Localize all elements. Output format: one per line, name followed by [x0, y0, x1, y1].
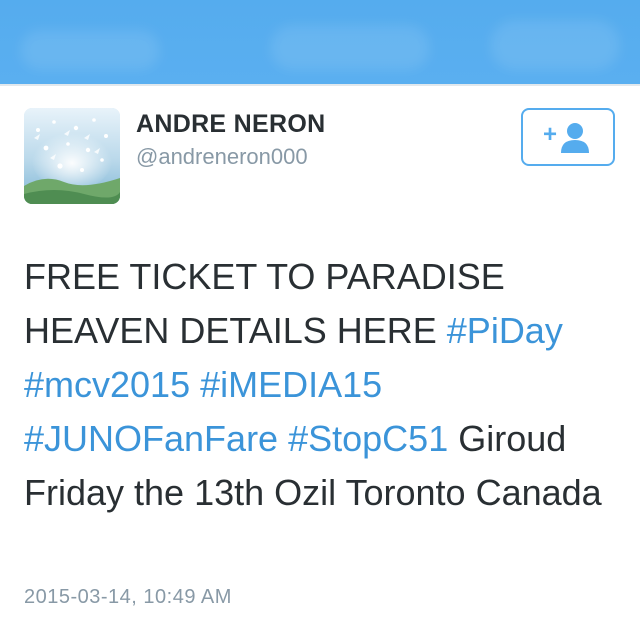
- tweet-timestamp[interactable]: 2015-03-14, 10:49 AM: [24, 586, 232, 609]
- tweet-text-segment: [278, 418, 288, 459]
- hashtag-link[interactable]: #PiDay: [447, 310, 563, 351]
- hashtag-link[interactable]: #JUNOFanFare: [24, 418, 278, 459]
- hashtag-link[interactable]: #mcv2015: [24, 364, 190, 405]
- display-name[interactable]: ANDRE NERON: [136, 110, 325, 139]
- header-divider: [0, 84, 640, 86]
- username-handle[interactable]: @andreneron000: [136, 144, 308, 170]
- profile-photo: [24, 108, 120, 204]
- header-banner: [0, 0, 640, 84]
- hashtag-link[interactable]: #iMEDIA15: [200, 364, 382, 405]
- tweet-text-segment: FREE TICKET TO PARADISE HEAVEN DETAILS H…: [24, 256, 505, 351]
- follow-button[interactable]: +: [521, 108, 615, 166]
- tweet-text-segment: [190, 364, 200, 405]
- avatar[interactable]: [24, 108, 120, 204]
- svg-text:+: +: [543, 121, 557, 148]
- tweet-text: FREE TICKET TO PARADISE HEAVEN DETAILS H…: [24, 250, 624, 520]
- hashtag-link[interactable]: #StopC51: [288, 418, 448, 459]
- add-user-icon: +: [543, 121, 589, 153]
